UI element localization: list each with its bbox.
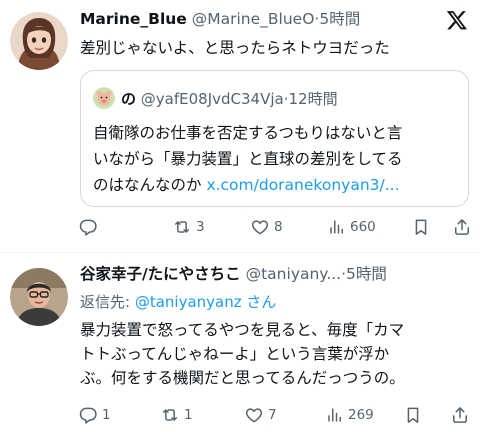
avatar[interactable]	[10, 12, 68, 70]
display-name[interactable]: Marine_Blue	[80, 10, 187, 28]
retweet-button[interactable]: 1	[160, 404, 193, 426]
reply-icon	[79, 219, 97, 236]
reply-to-mention[interactable]: @taniyanyanz	[135, 293, 242, 311]
views-button[interactable]: 269	[324, 404, 374, 426]
avatar[interactable]	[10, 268, 68, 326]
quoted-post-text: 自衛隊のお仕事を否定するつもりはないと言 いながら「暴力装置」と直球の差別をして…	[93, 120, 463, 198]
views-count: 269	[348, 407, 374, 423]
share-icon	[455, 219, 469, 235]
post-header: 谷家幸子/たにやさちこ @taniyany...·5時間	[80, 264, 387, 284]
quoted-line: 自衛隊のお仕事を否定するつもりはないと言	[93, 124, 403, 142]
like-count: 8	[274, 219, 283, 235]
reply-icon	[79, 407, 97, 424]
user-handle[interactable]: @Marine_BlueO	[192, 10, 315, 28]
user-handle[interactable]: @taniyany...	[246, 265, 341, 283]
share-button[interactable]	[450, 404, 470, 426]
views-count: 660	[350, 219, 376, 235]
like-button[interactable]: 7	[244, 404, 277, 426]
quoted-post-header: の @yafE08JvdC34Vja·12時間	[93, 87, 338, 109]
reply-count: 1	[102, 407, 111, 423]
timestamp[interactable]: 5時間	[346, 265, 387, 283]
quoted-timestamp: 12時間	[288, 90, 338, 108]
action-bar: 3 8 660	[78, 216, 472, 238]
like-icon	[245, 408, 263, 423]
action-bar: 1 1 7 269	[78, 404, 472, 426]
bookmark-button[interactable]	[411, 216, 431, 238]
display-name[interactable]: 谷家幸子/たにやさちこ	[80, 265, 241, 283]
post-text: 差別じゃないよ、と思ったらネトウヨだった	[80, 39, 390, 57]
quoted-line: のはなんなのか x.com/doranekonyan3/...	[93, 172, 463, 198]
reply-to-suffix: さん	[241, 293, 277, 311]
post-text: 暴力装置で怒ってるやつを見ると、毎度「カマ トトぶってんじゃねーよ」という言葉が…	[80, 318, 472, 390]
x-logo-icon[interactable]	[446, 9, 468, 31]
like-icon	[251, 220, 269, 235]
views-icon	[328, 408, 341, 422]
bookmark-icon	[407, 407, 419, 423]
reply-to-line: 返信先: @taniyanyanz さん	[80, 292, 276, 312]
reply-to-prefix: 返信先:	[80, 293, 135, 311]
reply-button[interactable]	[78, 216, 102, 238]
share-icon	[453, 407, 467, 423]
retweet-button[interactable]: 3	[172, 216, 205, 238]
quoted-user-handle: @yafE08JvdC34Vja	[140, 90, 284, 108]
bookmark-button[interactable]	[403, 404, 423, 426]
views-button[interactable]: 660	[326, 216, 376, 238]
views-icon	[330, 220, 343, 234]
retweet-icon	[175, 221, 189, 233]
quoted-line: いながら「暴力装置」と直球の差別をしてる	[93, 150, 403, 168]
quoted-line-text: のはなんなのか	[93, 176, 207, 194]
post-text-line: ぶ。何をする機関だと思ってるんだっつうの。	[80, 369, 405, 387]
quoted-avatar	[93, 87, 115, 109]
quoted-link[interactable]: x.com/doranekonyan3/...	[206, 176, 399, 194]
quoted-display-name: の	[121, 90, 137, 108]
post-marine-blue[interactable]: Marine_Blue @Marine_BlueO·5時間 差別じゃないよ、と思…	[0, 0, 480, 252]
retweet-count: 1	[184, 407, 193, 423]
post-text-line: トトぶってんじゃねーよ」という言葉が浮か	[80, 345, 390, 363]
post-text-line: 暴力装置で怒ってるやつを見ると、毎度「カマ	[80, 321, 405, 339]
post-header: Marine_Blue @Marine_BlueO·5時間	[80, 9, 360, 29]
reply-button[interactable]: 1	[78, 404, 111, 426]
quoted-post[interactable]: の @yafE08JvdC34Vja·12時間 自衛隊のお仕事を否定するつもりは…	[80, 70, 469, 207]
like-button[interactable]: 8	[250, 216, 283, 238]
like-count: 7	[268, 407, 277, 423]
share-button[interactable]	[452, 216, 472, 238]
bookmark-icon	[415, 219, 427, 235]
retweet-icon	[163, 409, 177, 421]
post-taniya-sachiko[interactable]: 谷家幸子/たにやさちこ @taniyany...·5時間 返信先: @taniy…	[0, 252, 480, 441]
timestamp[interactable]: 5時間	[319, 10, 360, 28]
retweet-count: 3	[196, 219, 205, 235]
